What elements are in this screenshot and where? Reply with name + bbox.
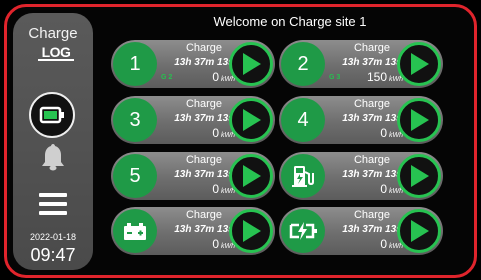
battery-bolt-icon (281, 209, 325, 253)
start-charge-button[interactable] (397, 42, 441, 86)
energy-value: 150 (366, 70, 387, 84)
energy-value: 0 (212, 237, 219, 251)
play-icon (411, 220, 429, 242)
start-charge-button[interactable] (229, 42, 273, 86)
start-charge-button[interactable] (397, 154, 441, 198)
brand-name: Charge (28, 25, 78, 42)
charger-number: 2 (281, 42, 325, 86)
charger-card[interactable]: Charge 13h 37m 13s 0 kWh (279, 207, 443, 255)
play-icon (411, 109, 429, 131)
charger-number: 4 (281, 98, 325, 142)
menu-icon[interactable] (39, 193, 67, 220)
play-icon (243, 109, 261, 131)
charger-card[interactable]: 3 Charge 13h 37m 13s 0 kWh (111, 96, 275, 144)
battery-button[interactable] (29, 92, 75, 138)
charger-card[interactable]: 2 Charge 13h 37m 13s G 3 150 kWh (279, 40, 443, 88)
play-icon (243, 53, 261, 75)
energy-value: 0 (212, 182, 219, 196)
sidebar: Charge LOG 2022-01-18 09:47 (13, 13, 93, 270)
play-icon (243, 220, 261, 242)
battery-icon (39, 106, 64, 124)
start-charge-button[interactable] (397, 98, 441, 142)
energy-value: 0 (380, 237, 387, 251)
charger-card[interactable]: Charge 13h 37m 13s 0 kWh (279, 152, 443, 200)
page-title: Welcome on Charge site 1 (213, 14, 367, 29)
energy-value: 0 (212, 126, 219, 140)
charger-card[interactable]: 4 Charge 13h 37m 13s 0 kWh (279, 96, 443, 144)
energy-value: 0 (212, 70, 219, 84)
energy-value: 0 (380, 182, 387, 196)
charger-card[interactable]: 5 Charge 13h 37m 13s 0 kWh (111, 152, 275, 200)
fuel-pump-icon (281, 154, 325, 198)
start-charge-button[interactable] (229, 98, 273, 142)
charger-number: 3 (113, 98, 157, 142)
start-charge-button[interactable] (229, 209, 273, 253)
charger-number: 1 (113, 42, 157, 86)
brand-logo: LOG (38, 45, 74, 61)
bell-icon (42, 144, 64, 171)
current-date: 2022-01-18 (29, 232, 77, 242)
connector-badge: G 3 (329, 74, 341, 81)
connector-badge: G 2 (161, 74, 173, 81)
charger-card[interactable]: Charge 13h 37m 13s 0 kWh (111, 207, 275, 255)
energy-value: 0 (380, 126, 387, 140)
notification-button[interactable] (41, 143, 65, 176)
play-icon (411, 165, 429, 187)
start-charge-button[interactable] (229, 154, 273, 198)
current-time: 09:47 (30, 245, 76, 265)
play-icon (411, 53, 429, 75)
charger-number: 5 (113, 154, 157, 198)
play-icon (243, 165, 261, 187)
start-charge-button[interactable] (397, 209, 441, 253)
charger-card[interactable]: 1 Charge 13h 37m 13s G 2 0 kWh (111, 40, 275, 88)
car-battery-icon (113, 209, 157, 253)
